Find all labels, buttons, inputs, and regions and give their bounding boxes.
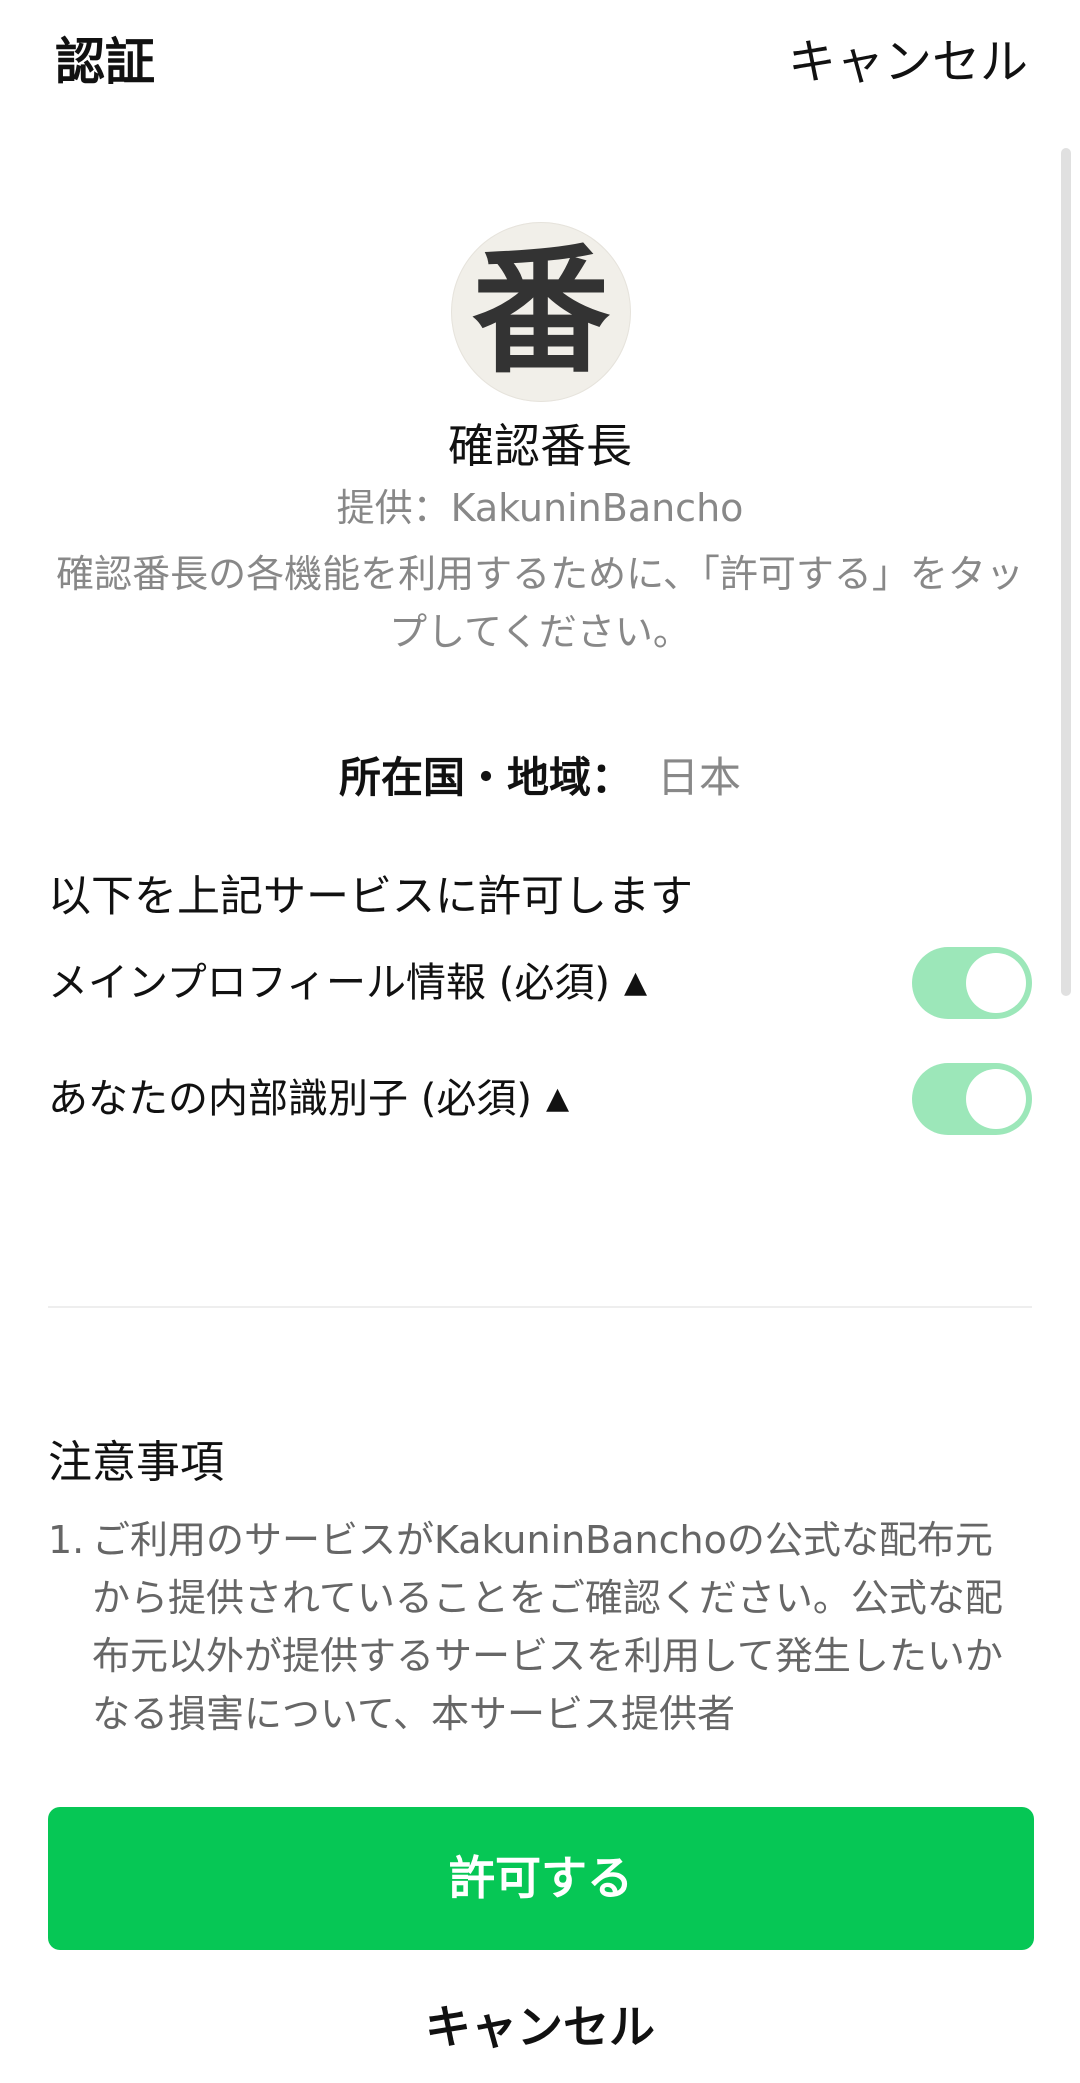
permission-label-profile[interactable]: メインプロフィール情報 (必須) ▲ [48, 953, 647, 1013]
region-label: 所在国・地域： [338, 753, 633, 802]
permission-toggle-profile[interactable] [912, 947, 1032, 1019]
permission-label-text: あなたの内部識別子 (必須) [48, 1076, 532, 1122]
note-item: 1. ご利用のサービスがKakuninBanchoの公式な配布元から提供されてい… [48, 1511, 1008, 1743]
chevron-up-icon[interactable]: ▲ [624, 953, 647, 1013]
permissions-heading: 以下を上記サービスに許可します [48, 872, 693, 922]
app-description: 確認番長の各機能を利用するために、「許可する」をタップしてください。 [56, 552, 1024, 654]
app-provider: 提供：KakuninBancho [336, 486, 744, 530]
app-name: 確認番長 [448, 419, 632, 473]
chevron-up-icon[interactable]: ▲ [546, 1069, 569, 1129]
app-icon: 番 [451, 222, 631, 402]
note-text: ご利用のサービスがKakuninBanchoの公式な配布元から提供されていること… [92, 1518, 1003, 1736]
cancel-button[interactable]: キャンセル [0, 1995, 1080, 2059]
permission-label-identifier[interactable]: あなたの内部識別子 (必須) ▲ [48, 1069, 569, 1129]
top-bar: 認証 キャンセル [0, 0, 1080, 125]
note-number: 1. [48, 1518, 85, 1562]
allow-button[interactable]: 許可する [48, 1807, 1034, 1950]
permission-toggle-identifier[interactable] [912, 1063, 1032, 1135]
app-icon-glyph: 番 [471, 231, 610, 392]
page-title: 認証 [55, 33, 155, 91]
permission-row-identifier: あなたの内部識別子 (必須) ▲ [48, 1059, 1032, 1139]
region-row: 所在国・地域： 日本 [0, 748, 1080, 808]
section-divider [48, 1306, 1032, 1308]
permission-label-text: メインプロフィール情報 (必須) [48, 960, 610, 1006]
permission-row-profile: メインプロフィール情報 (必須) ▲ [48, 943, 1032, 1023]
notes-title: 注意事項 [48, 1437, 224, 1488]
toggle-knob [966, 953, 1026, 1013]
consent-content[interactable]: 番 確認番長 提供：KakuninBancho 確認番長の各機能を利用するために… [0, 125, 1080, 1743]
header-cancel-button[interactable]: キャンセル [788, 30, 1028, 94]
region-value: 日本 [657, 753, 742, 802]
toggle-knob [966, 1069, 1026, 1129]
